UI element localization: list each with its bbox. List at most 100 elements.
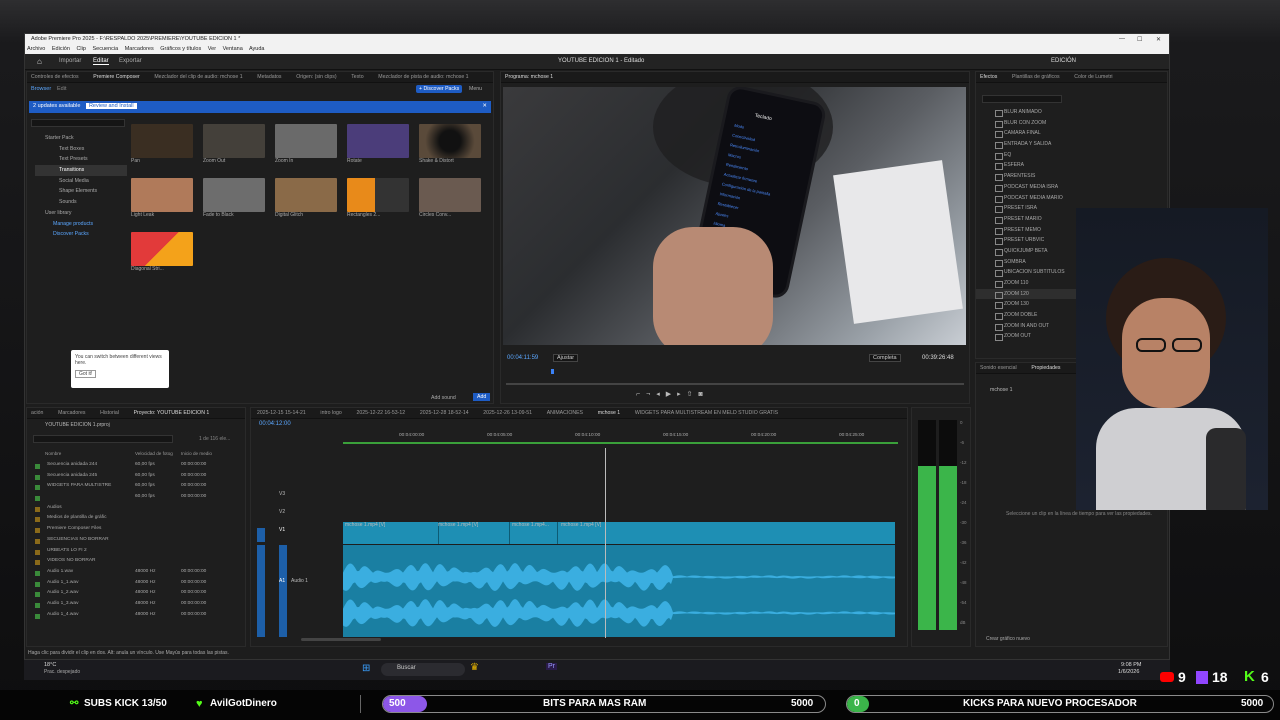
add-button[interactable]: Add <box>473 393 491 401</box>
video-clip[interactable]: mchose 1.mp4... <box>510 522 558 544</box>
project-row[interactable]: Audio 1.wav 48000 Hz 00:00:00:00 <box>35 568 235 579</box>
project-row[interactable]: Medios de plantilla de gráfic <box>35 514 235 525</box>
effect-item[interactable]: EQ <box>976 150 1151 161</box>
tab-metadata[interactable]: Metadatos <box>257 74 281 80</box>
header-name[interactable]: Nombre <box>45 451 61 456</box>
fit-dropdown[interactable]: Ajustar <box>553 354 579 362</box>
tree-social-media[interactable]: Social Media <box>35 176 127 187</box>
tile-rectangles[interactable]: Rectangles 2... <box>347 178 409 218</box>
tab-history[interactable]: Historial <box>100 410 119 416</box>
tab-sequence[interactable]: 2025-12-26 13-09-51 <box>483 410 532 416</box>
tile-circles[interactable]: Circles Conv... <box>419 178 481 218</box>
mark-in-icon[interactable]: ⌐ <box>636 391 646 398</box>
tab-project[interactable]: Proyecto: YOUTUBE EDICION 1 <box>134 410 210 416</box>
menu-secuencia[interactable]: Secuencia <box>92 46 118 52</box>
timeline-zoom-scrollbar[interactable] <box>301 638 381 641</box>
effects-search-input[interactable] <box>982 95 1062 103</box>
header-framerate[interactable]: Velocidad de fotog <box>135 451 173 456</box>
header-media-start[interactable]: Inicio de medio <box>181 451 212 456</box>
project-row[interactable]: 60,00 fps 00:00:00:00 <box>35 493 235 504</box>
crown-icon[interactable]: ♛ <box>470 662 479 673</box>
tab-exportar[interactable]: Exportar <box>119 58 142 64</box>
tab-sequence[interactable]: 2025-12-15 15-14-21 <box>257 410 306 416</box>
tab-importar[interactable]: Importar <box>59 58 81 64</box>
tile-pan[interactable]: Pan <box>131 124 193 164</box>
menu-ventana[interactable]: Ventana <box>223 46 243 52</box>
track-target-v1[interactable] <box>257 528 265 542</box>
tile-rotate[interactable]: Rotate <box>347 124 409 164</box>
effect-item[interactable]: PODCAST MEDIA ISRA <box>976 182 1151 193</box>
timeline-timecode[interactable]: 00:04:12:00 <box>259 421 291 427</box>
tab-graphic-templates[interactable]: Plantillas de gráficos <box>1012 74 1060 80</box>
tree-manage-products[interactable]: Manage products <box>35 219 127 230</box>
tab-effect-controls[interactable]: Controles de efectos <box>31 74 79 80</box>
tile-light-leak[interactable]: Light Leak <box>131 178 193 218</box>
tree-user-library[interactable]: User library <box>35 208 127 219</box>
tab-sequence[interactable]: 2025-12-22 16-53-12 <box>356 410 405 416</box>
taskbar-search-input[interactable]: Buscar <box>381 663 465 676</box>
video-clip[interactable]: mchose 1.mp4 [V] <box>436 522 510 544</box>
project-search-input[interactable] <box>33 435 173 443</box>
tab-source[interactable]: Origen: (sin clips) <box>296 74 336 80</box>
subtab-browser[interactable]: Browser <box>31 86 51 92</box>
clock-time[interactable]: 9:08 PM <box>1121 662 1141 668</box>
menu-marcadores[interactable]: Marcadores <box>125 46 154 52</box>
effect-item[interactable]: ENTRADA Y SALIDA <box>976 139 1151 150</box>
project-row[interactable]: SECUENCIAS NO BORRAR <box>35 536 235 547</box>
menu-graficos[interactable]: Gráficos y títulos <box>160 46 201 52</box>
tree-starter-pack[interactable]: Starter Pack <box>35 133 127 144</box>
tile-zoom-out[interactable]: Zoom Out <box>203 124 265 164</box>
tile-shake[interactable]: Shake & Distort <box>419 124 481 164</box>
windows-start-icon[interactable]: ⊞ <box>362 663 370 674</box>
tile-diagonal[interactable]: Diagonal Stri... <box>131 232 193 272</box>
tree-shape-elements[interactable]: Shape Elements <box>35 186 127 197</box>
effect-item[interactable]: PARENTESIS <box>976 171 1151 182</box>
weather-text[interactable]: Prac. despejado <box>44 669 80 675</box>
track-a1-label[interactable]: A1 <box>279 578 285 584</box>
clock-date[interactable]: 1/6/2026 <box>1118 669 1139 675</box>
tree-sounds[interactable]: Sounds <box>35 197 127 208</box>
program-timecode[interactable]: 00:04:11:59 <box>507 355 538 361</box>
project-row[interactable]: Premiere Composer Files <box>35 525 235 536</box>
effect-item[interactable]: ESFERA <box>976 160 1151 171</box>
tree-discover-packs[interactable]: Discover Packs <box>35 229 127 240</box>
track-v3-label[interactable]: V3 <box>279 491 285 497</box>
review-install-button[interactable]: Review and Install <box>85 103 137 109</box>
tab-premiere-composer[interactable]: Premiere Composer <box>93 74 139 80</box>
mark-out-icon[interactable]: ¬ <box>646 391 656 398</box>
tree-text-presets[interactable]: Text Presets <box>35 154 127 165</box>
tab-essential-sound[interactable]: Sonido esencial <box>980 365 1017 371</box>
project-row[interactable]: Secuencia anidada 245 60,00 fps 00:00:00:0… <box>35 472 235 483</box>
tab-track-mixer[interactable]: Mezclador de pista de audio: mchose 1 <box>378 74 468 80</box>
lift-icon[interactable]: ⇧ <box>687 391 699 398</box>
close-button[interactable]: ✕ <box>1156 36 1161 43</box>
play-icon[interactable]: ▶ <box>666 391 677 398</box>
tab-text[interactable]: Texto <box>351 74 363 80</box>
tab-editar[interactable]: Editar <box>93 58 109 65</box>
project-row[interactable]: VIDEOS NO BORRAR <box>35 557 235 568</box>
discover-packs-button[interactable]: + Discover Packs <box>416 85 463 93</box>
home-icon[interactable]: ⌂ <box>37 57 42 66</box>
video-clip[interactable]: mchose 1.mp4 [V] <box>559 522 619 544</box>
menu-edicion[interactable]: Edición <box>52 46 70 52</box>
effect-item[interactable]: BLUR ANIMADO <box>976 107 1151 118</box>
menu-archivo[interactable]: Archivo <box>27 46 45 52</box>
composer-menu-button[interactable]: Menu <box>469 86 482 92</box>
effect-item[interactable]: BLUR CON ZOOM <box>976 118 1151 129</box>
add-sound-checkbox[interactable]: Add sound <box>431 395 456 401</box>
create-graphic-button[interactable]: Crear gráfico nuevo <box>986 636 1030 642</box>
tile-fade-black[interactable]: Fade to Black <box>203 178 265 218</box>
step-forward-icon[interactable]: ▸ <box>677 391 687 398</box>
tab-sequence[interactable]: 2025-12-28 18-52-14 <box>420 410 469 416</box>
minimize-button[interactable]: — <box>1119 36 1125 42</box>
program-scrubber[interactable] <box>506 383 964 385</box>
tab-markers[interactable]: Marcadores <box>58 410 85 416</box>
premiere-taskbar-icon[interactable]: Pr <box>546 663 557 670</box>
project-row[interactable]: Secuencia anidada 244 60,00 fps 00:00:00:0… <box>35 461 235 472</box>
step-back-icon[interactable]: ◂ <box>656 391 666 398</box>
menu-ayuda[interactable]: Ayuda <box>249 46 265 52</box>
project-row[interactable]: Audio 1_1.wav 48000 Hz 00:00:00:00 <box>35 579 235 590</box>
project-row[interactable]: Audio 1_3.wav 48000 Hz 00:00:00:00 <box>35 600 235 611</box>
tab-sequence[interactable]: intro logo <box>320 410 341 416</box>
subtab-edit[interactable]: Edit <box>57 86 66 92</box>
